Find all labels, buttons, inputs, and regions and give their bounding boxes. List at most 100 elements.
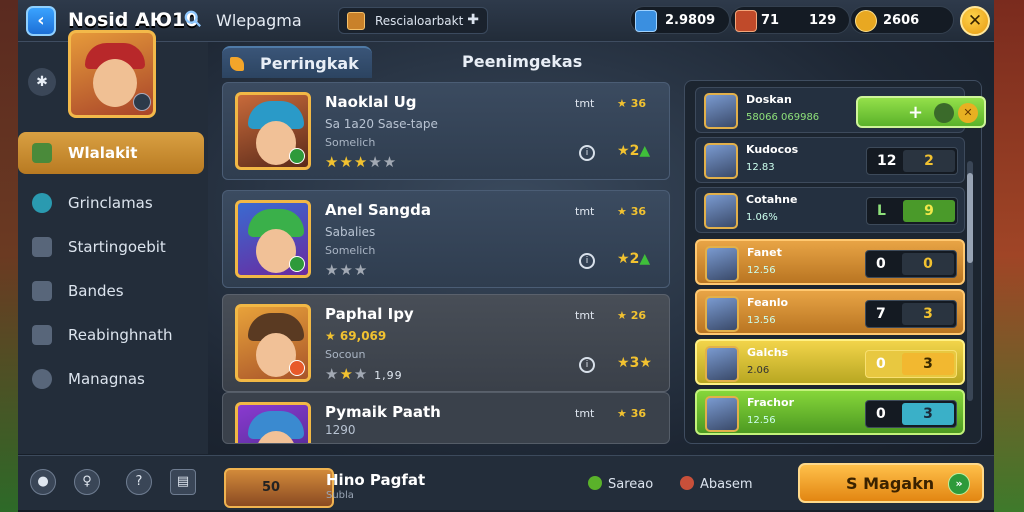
bottom-link-label: Abasem (700, 477, 753, 492)
sidebar-item-label: Bandes (68, 282, 124, 300)
back-arrow-icon[interactable]: ‹ (26, 6, 56, 36)
resource-pill[interactable]: Rescialoarbakt ✚ (338, 7, 488, 34)
primary-action-button[interactable]: S Magakn » (798, 463, 984, 503)
background-right (994, 0, 1024, 512)
sidebar-item-wlalakit[interactable]: Wlalakit (18, 132, 204, 174)
row-value-1: L (877, 203, 886, 219)
sidebar-item-managnas[interactable]: Managnas (18, 358, 204, 400)
player-role: Somelich (325, 136, 376, 149)
player-card[interactable]: Paphal Ipy ★ 69,069 Socoun ★★★ 1,99 tmt … (222, 294, 670, 392)
row-sub: 58066 069986 (746, 112, 820, 123)
leaderboard-row[interactable]: Feanlo 13.56 7 3 (695, 289, 965, 335)
info-icon[interactable]: i (579, 357, 595, 373)
close-icon[interactable]: ✕ (960, 6, 990, 36)
bottom-player-sub: Subla (326, 490, 354, 501)
info-icon[interactable]: i (579, 145, 595, 161)
player-portrait (235, 402, 311, 443)
gold-coin-icon (855, 10, 877, 32)
row-score-box: 0 0 (865, 250, 957, 278)
target-icon (934, 103, 954, 123)
tab-peenimgekas[interactable]: Peenimgekas (382, 46, 672, 78)
leaderboard-row[interactable]: Doskan 58066 069986 + ✕ (695, 87, 986, 133)
player-role: Somelich (325, 244, 376, 257)
info-icon[interactable]: i (579, 253, 595, 269)
row-name: Fanet (747, 246, 782, 259)
rating-stars: ★★★★★ (325, 153, 398, 171)
search-label[interactable]: Wlepagma (216, 11, 302, 30)
top-bar: ‹ Nosid АЮ10 Wlepagma Rescialoarbakt ✚ 2… (18, 0, 994, 42)
player-role: Socoun (325, 348, 366, 361)
background-left (0, 0, 18, 512)
leaderboard-row[interactable]: Galchs 2.06 0 3 (695, 339, 965, 385)
plus-icon[interactable]: ✚ (467, 12, 479, 28)
settings-icon[interactable]: ● (30, 469, 56, 495)
row-sub: 2.06 (747, 365, 770, 376)
player-tag: tmt (575, 205, 595, 218)
row-value-2: 9 (903, 200, 955, 222)
leaf-icon (230, 57, 244, 71)
player-card[interactable]: Anel Sangda Sabalies Somelich ★★★ tmt ★ … (222, 190, 670, 288)
player-avatar[interactable] (68, 30, 156, 118)
gold-value: 2606 (883, 13, 920, 28)
bottom-player-name: Hino Pagfat (326, 471, 426, 489)
player-tag: tmt (575, 309, 595, 322)
rating-stars: ★★★ (325, 261, 369, 279)
plus-icon: + (908, 102, 924, 123)
leaderboard-row[interactable]: Kudocos 12.83 12 2 (695, 137, 965, 183)
avatar-face (93, 59, 137, 107)
search-icon[interactable] (184, 10, 202, 28)
gem-icon (635, 10, 657, 32)
close-small-icon[interactable]: ✕ (958, 103, 978, 123)
player-card[interactable]: Pymaik Paath 1290 tmt ★ 36 (222, 392, 670, 444)
gems-counter[interactable]: 71 129 (730, 6, 850, 34)
bottom-player-avatar[interactable]: 50 (224, 468, 334, 508)
lightbulb-icon[interactable]: ♀ (74, 469, 100, 495)
player-stats: Sabalies (325, 225, 376, 239)
player-card[interactable]: Naoklal Ug Sa 1a20 Sase-tape Somelich ★★… (222, 82, 670, 180)
row-avatar (705, 296, 739, 332)
badge-icon (289, 360, 305, 376)
add-friend-button[interactable]: + ✕ (856, 96, 986, 128)
sidebar-item-reabinghnath[interactable]: Reabinghnath (18, 314, 204, 356)
rating-stars: ★★★ 1,99 (325, 365, 403, 383)
leaderboard-panel: Doskan 58066 069986 + ✕ Kudocos 12.83 12… (684, 80, 986, 444)
row-value-2: 3 (902, 353, 954, 375)
coins-value: 2.9809 (665, 13, 716, 28)
player-name: Naoklal Ug (325, 93, 417, 111)
row-avatar (704, 93, 738, 129)
sidebar-item-startingoebit[interactable]: Startingoebit (18, 226, 204, 268)
sidebar-item-grinclamas[interactable]: Grinclamas (18, 182, 204, 224)
row-avatar (705, 346, 739, 382)
player-name: Paphal Ipy (325, 305, 414, 323)
leaderboard-row[interactable]: Fanet 12.56 0 0 (695, 239, 965, 285)
bottom-link-1[interactable]: Sareao (588, 476, 653, 492)
row-sub: 12.56 (747, 265, 776, 276)
sidebar-item-label: Managnas (68, 370, 145, 388)
bottom-link-2[interactable]: Abasem (680, 476, 753, 492)
sidebar-item-label: Wlalakit (68, 144, 138, 162)
player-stats: ★ 69,069 (325, 329, 387, 343)
gear-icon[interactable]: ✱ (28, 68, 56, 96)
trash-icon[interactable]: ▤ (170, 469, 196, 495)
player-score: ★ 36 (617, 205, 646, 218)
coins-counter[interactable]: 2.9809 (630, 6, 730, 34)
sidebar-item-bandes[interactable]: Bandes (18, 270, 204, 312)
mail-icon (32, 237, 52, 257)
leaderboard-row[interactable]: Cotahne 1.06% L 9 (695, 187, 965, 233)
help-icon[interactable]: ? (126, 469, 152, 495)
player-portrait (235, 200, 311, 278)
player-tag: tmt (575, 407, 595, 420)
row-avatar (704, 193, 738, 229)
scrollbar-thumb[interactable] (967, 173, 973, 263)
avatar-badge-icon (133, 93, 151, 111)
gold-counter[interactable]: 2606 (850, 6, 954, 34)
row-sub: 12.56 (747, 415, 776, 426)
resource-label: Rescialoarbakt (375, 14, 464, 28)
row-name: Frachor (747, 396, 794, 409)
tab-perringkak[interactable]: Perringkak (222, 46, 372, 78)
leaderboard-row[interactable]: Frachor 12.56 0 3 (695, 389, 965, 435)
gems-value-2: 129 (809, 13, 837, 28)
player-tag: tmt (575, 97, 595, 110)
sidebar-item-label: Startingoebit (68, 238, 166, 256)
player-name: Pymaik Paath (325, 403, 441, 421)
